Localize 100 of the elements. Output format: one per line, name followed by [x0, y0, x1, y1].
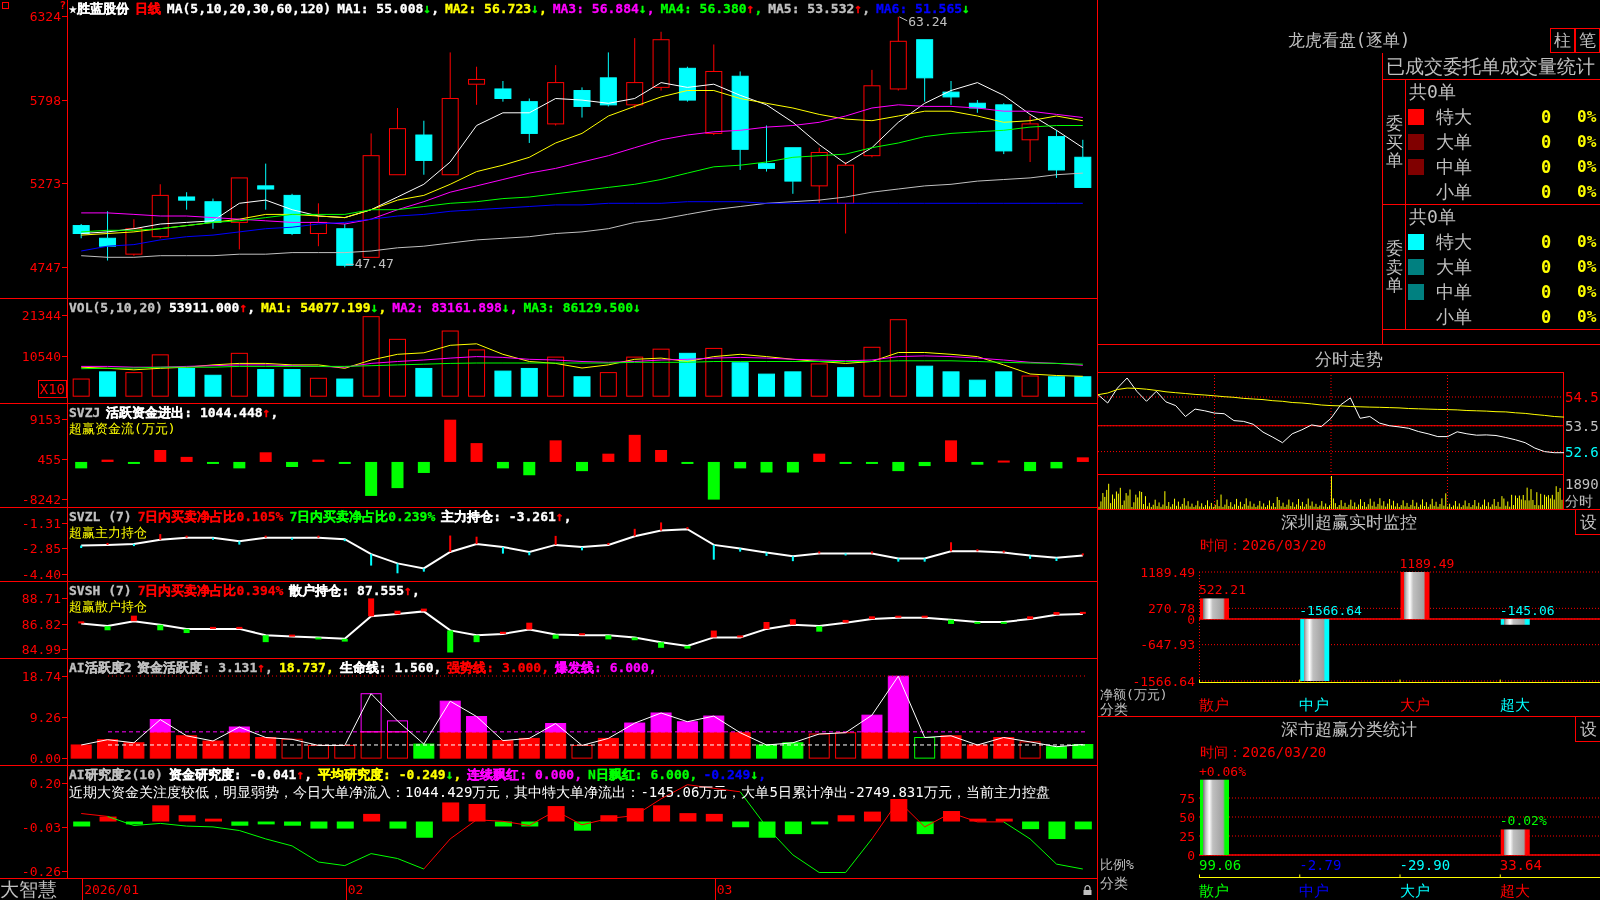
change-label: +0.06% [1199, 764, 1246, 779]
candlestick [784, 147, 802, 195]
bar [439, 731, 461, 759]
candlestick [1074, 139, 1092, 188]
candlestick [494, 80, 512, 103]
settings-button[interactable]: 设 [1575, 717, 1600, 742]
bar [624, 731, 646, 759]
legend-text: MA5: 53.532↑, [768, 2, 870, 15]
group-label: 委买单 [1385, 113, 1403, 171]
bar [439, 700, 461, 733]
order-count: 0 [1540, 132, 1552, 152]
chart-subtitle: 超赢散户持仓 [69, 599, 147, 614]
candlestick [99, 210, 117, 261]
axis-label: 1189.49 [1140, 565, 1195, 579]
value-label: -1566.64 [1299, 604, 1362, 619]
scale-label: X10 [37, 380, 67, 398]
order-count: 0 [1540, 257, 1552, 277]
help-icon[interactable]: ? [59, 0, 66, 11]
axis-label: -1.31 [21, 516, 67, 530]
value-label: -2.79 [1299, 858, 1342, 872]
square-icon[interactable] [2, 2, 9, 9]
category-label: 散户 [1199, 697, 1229, 713]
legend-text: 7日内买卖净占比0.239% [289, 510, 436, 523]
axis-label: 10540 [21, 350, 67, 364]
order-share: 0% [1577, 232, 1597, 253]
order-share: 0% [1577, 281, 1597, 302]
date-label: 02 [345, 879, 364, 900]
candlestick [520, 98, 538, 144]
chart-subtitle: 时间：2026/03/20 [1200, 537, 1327, 553]
candlestick [125, 218, 143, 257]
group-label: 委卖单 [1385, 238, 1403, 296]
candlestick [72, 223, 90, 239]
legend-text: 主力持仓: -3.261↑, [441, 510, 572, 523]
axis-label: 0.20 [29, 776, 67, 790]
axis-label: 270.78 [1148, 601, 1195, 615]
candlestick [1021, 115, 1039, 163]
bar [861, 714, 883, 733]
table-title: 已成交委托单成交量统计 [1386, 55, 1595, 77]
legend-text: 日线 [134, 2, 161, 15]
axis-title: 分类 [1100, 702, 1128, 716]
axis-label: 84.99 [21, 642, 67, 656]
legend-text: SVSH (7) [69, 584, 132, 597]
bar [676, 731, 698, 759]
legend-text: MA2: 83161.898↓, [392, 301, 518, 314]
bar [676, 721, 698, 733]
order-size-label: 小单 [1436, 306, 1472, 327]
order-size-label: 大单 [1436, 257, 1472, 277]
legend-text: -0.249↓, [703, 768, 767, 781]
legend-text: MA2: 56.723↓, [444, 2, 547, 15]
axis-label: -4.40 [21, 567, 67, 581]
lock-icon[interactable] [1083, 885, 1092, 895]
category-label: 大户 [1399, 883, 1430, 899]
axis-label: 5273 [29, 177, 67, 191]
axis-label: 9153 [29, 413, 67, 427]
axis-label: -647.93 [1140, 638, 1195, 652]
bar [703, 731, 725, 759]
candlestick [547, 64, 565, 126]
axis-label: 6324 [29, 10, 67, 24]
axis-label: 4747 [29, 260, 67, 274]
bar [703, 715, 725, 733]
legend-text: 7日内买卖净占比0.394% [137, 584, 284, 597]
legend-text: 18.737, [278, 661, 334, 674]
category-label: 散户 [1199, 883, 1229, 899]
candlestick [599, 51, 617, 107]
value-label: -145.06 [1499, 604, 1555, 619]
legend-text: 7日内买卖净占比0.105% [137, 510, 284, 523]
candlestick [415, 120, 433, 176]
legend-text: 活跃资金进出: 1044.448↑, [106, 406, 279, 419]
axis-label: 0 [1187, 612, 1195, 626]
bar [360, 693, 382, 733]
order-count: 0 [1540, 232, 1552, 253]
candlestick [626, 37, 644, 109]
value-label: 522.21 [1199, 583, 1246, 598]
view-toggle-button[interactable]: 笔 [1575, 28, 1600, 53]
axis-label: 21344 [21, 309, 67, 323]
legend-text: MA3: 86129.500↓ [523, 301, 641, 314]
legend-text: MA6: 51.565↓ [875, 2, 970, 15]
axis-label: 18.74 [21, 669, 67, 683]
axis-label: 25 [1179, 829, 1195, 843]
period-label: 分时 [1565, 493, 1593, 509]
total-count: 共0单 [1409, 82, 1456, 103]
order-count: 0 [1540, 107, 1552, 128]
view-toggle-button[interactable]: 柱 [1550, 28, 1575, 53]
candlestick [758, 125, 775, 173]
order-share: 0% [1577, 132, 1597, 152]
axis-label: -8242 [21, 493, 67, 507]
panel-title: 深市超赢分类统计 [1281, 718, 1417, 741]
axis-label: 9.26 [29, 711, 67, 725]
value-label: 1189.49 [1399, 557, 1455, 571]
change-label: -0.02% [1499, 814, 1547, 829]
legend-text: MA3: 56.884↓, [552, 2, 655, 15]
legend-text: 资金研究度: -0.041↑, [168, 768, 313, 781]
settings-button[interactable]: 设 [1575, 510, 1600, 535]
axis-label: 75 [1179, 791, 1195, 805]
legend-text: 53911.000↑, [168, 301, 256, 314]
candlestick [942, 80, 960, 106]
axis-label: 50 [1179, 810, 1195, 824]
legend-text: SVZJ [69, 406, 101, 419]
legend-text: 爆发线: 6.000, [555, 661, 657, 674]
order-size-label: 特大 [1436, 107, 1472, 128]
